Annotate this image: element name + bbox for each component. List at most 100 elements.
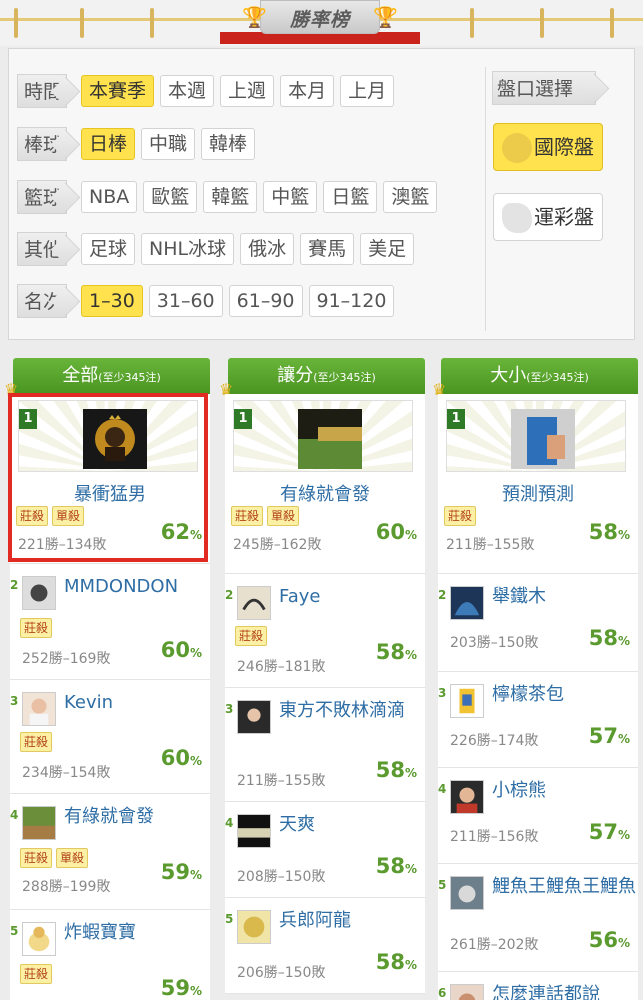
user-name[interactable]: 檸檬茶包: [492, 682, 636, 707]
ranking-row[interactable]: 3 檸檬茶包 226勝–174敗 57%: [438, 672, 638, 768]
post-decoration: [14, 8, 18, 38]
tab-total[interactable]: 大小(至少345注): [441, 358, 638, 394]
user-name[interactable]: 預測預測: [438, 480, 638, 506]
filter-option[interactable]: 本賽季: [81, 75, 155, 107]
user-avatar: [237, 586, 271, 620]
user-avatar: [22, 692, 56, 726]
ranking-row[interactable]: 3 東方不敗林滴滴 211勝–155敗 58%: [225, 688, 425, 802]
win-loss-record: 208勝–150敗: [237, 869, 326, 885]
user-avatar: [22, 806, 56, 840]
filter-option[interactable]: 1–30: [81, 285, 143, 317]
ranking-row[interactable]: 4 小棕熊 211勝–156敗 57%: [438, 768, 638, 864]
user-name[interactable]: 舉鐵木: [492, 584, 636, 609]
filter-option[interactable]: 31–60: [148, 285, 223, 317]
filter-option[interactable]: 中職: [141, 128, 196, 160]
filter-option[interactable]: 澳籃: [383, 181, 438, 213]
filter-option[interactable]: 俄冰: [240, 233, 295, 265]
win-rate: 58%: [588, 626, 630, 650]
ranking-row[interactable]: 5 鯉魚王鯉魚王鯉魚 261勝–202敗 56%: [438, 864, 638, 972]
user-name[interactable]: 有綠就會發: [64, 804, 208, 829]
filter-option[interactable]: 91–120: [308, 285, 395, 317]
filter-option[interactable]: 日棒: [81, 128, 136, 160]
lottery-market-button[interactable]: 運彩盤: [493, 193, 603, 241]
win-loss-record: 211勝–156敗: [450, 829, 539, 845]
user-avatar: [237, 814, 271, 848]
user-name[interactable]: 鯉魚王鯉魚王鯉魚: [492, 874, 636, 899]
ranking-row[interactable]: 3 Kevin 莊殺 234勝–154敗 60%: [10, 680, 210, 794]
win-loss-record: 226勝–174敗: [450, 733, 539, 749]
rank-number: 3: [10, 694, 19, 708]
filter-option[interactable]: 韓籃: [203, 181, 258, 213]
filter-option[interactable]: 上週: [220, 75, 275, 107]
ranking-column-spread: 讓分(至少345注) ♛ 1 有綠就會發 莊殺 單殺 245勝–162敗 60%…: [219, 358, 425, 994]
badge: 莊殺: [20, 618, 53, 638]
user-name[interactable]: 兵郎阿龍: [279, 908, 423, 933]
rank-number: 4: [10, 808, 19, 822]
user-name[interactable]: 天爽: [279, 812, 423, 837]
filter-row-baseball: 棒球 日棒 中職 韓棒: [17, 126, 261, 162]
badge: 單殺: [56, 848, 89, 868]
win-loss-record: 252勝–169敗: [22, 651, 111, 667]
rank-number: 6: [438, 986, 447, 1000]
badge: 莊殺: [20, 964, 53, 984]
filter-option[interactable]: 足球: [81, 233, 136, 265]
badge: 莊殺: [235, 626, 268, 646]
win-rate: 58%: [375, 758, 417, 782]
win-rate: 58%: [375, 854, 417, 878]
ranking-row[interactable]: 4 有綠就會發 莊殺 單殺 288勝–199敗 59%: [10, 794, 210, 910]
top-ranked-card[interactable]: 1 預測預測 莊殺 211勝–155敗 58%: [438, 394, 638, 574]
user-name[interactable]: 炸蝦寶寶: [64, 920, 208, 945]
filter-option[interactable]: NBA: [81, 181, 138, 213]
rank-number: 3: [438, 686, 447, 700]
ranking-row[interactable]: 5 兵郎阿龍 206勝–150敗 58%: [225, 898, 425, 994]
user-avatar: [450, 780, 484, 814]
win-rate: 60%: [375, 520, 417, 544]
filter-row-basketball: 籃球 NBA 歐籃 韓籃 中籃 日籃 澳籃: [17, 179, 443, 215]
filter-option[interactable]: 韓棒: [201, 128, 256, 160]
user-name[interactable]: Faye: [279, 584, 423, 609]
divider: [485, 67, 486, 331]
user-name[interactable]: 怎麼連話都說: [492, 982, 636, 1000]
user-name[interactable]: 小棕熊: [492, 778, 636, 803]
filter-option[interactable]: 美足: [360, 233, 415, 265]
filter-option[interactable]: 日籃: [323, 181, 378, 213]
ranking-row[interactable]: 2 MMDONDON 莊殺 252勝–169敗 60%: [10, 564, 210, 680]
filter-label: 籃球: [17, 180, 68, 214]
user-name[interactable]: 東方不敗林滴滴: [279, 698, 423, 723]
ranking-row[interactable]: 2 舉鐵木 203勝–150敗 58%: [438, 574, 638, 672]
user-name[interactable]: MMDONDON: [64, 574, 208, 599]
post-decoration: [150, 8, 154, 38]
user-avatar: [22, 922, 56, 956]
filter-option[interactable]: NHL冰球: [141, 233, 235, 265]
win-rate: 58%: [588, 520, 630, 544]
filter-option[interactable]: 中籃: [263, 181, 318, 213]
tab-all[interactable]: 全部(至少345注): [13, 358, 210, 394]
filter-option[interactable]: 61–90: [228, 285, 303, 317]
filter-option[interactable]: 本月: [280, 75, 335, 107]
filter-option[interactable]: 賽馬: [300, 233, 355, 265]
ranking-row[interactable]: 5 炸蝦寶寶 莊殺 59%: [10, 910, 210, 1000]
user-avatar: [22, 576, 56, 610]
filter-option[interactable]: 上月: [340, 75, 395, 107]
win-loss-record: 245勝–162敗: [233, 537, 322, 553]
filter-row-time: 時間 本賽季 本週 上週 本月 上月: [17, 73, 400, 109]
filter-option[interactable]: 歐籃: [143, 181, 198, 213]
top-ranked-card[interactable]: 1 有綠就會發 莊殺 單殺 245勝–162敗 60%: [225, 394, 425, 574]
ranking-row[interactable]: 6 怎麼連話都說: [438, 972, 638, 1000]
selection-highlight: [8, 393, 208, 562]
tab-spread[interactable]: 讓分(至少345注): [228, 358, 425, 394]
win-rate: 57%: [588, 724, 630, 748]
international-market-button[interactable]: 國際盤: [493, 123, 603, 171]
rank-badge: 1: [234, 409, 252, 429]
filter-option[interactable]: 本週: [160, 75, 215, 107]
badge: 單殺: [267, 506, 300, 526]
user-name[interactable]: 有綠就會發: [225, 480, 425, 506]
filter-panel: 時間 本賽季 本週 上週 本月 上月 棒球 日棒 中職 韓棒 籃球 NBA 歐籃…: [8, 48, 635, 340]
ranking-row[interactable]: 2 Faye 莊殺 246勝–181敗 58%: [225, 574, 425, 688]
ranking-row[interactable]: 4 天爽 208勝–150敗 58%: [225, 802, 425, 898]
win-loss-record: 261勝–202敗: [450, 937, 539, 953]
user-avatar: [450, 876, 484, 910]
win-rate: 58%: [375, 640, 417, 664]
rank-number: 4: [225, 816, 234, 830]
user-name[interactable]: Kevin: [64, 690, 208, 715]
